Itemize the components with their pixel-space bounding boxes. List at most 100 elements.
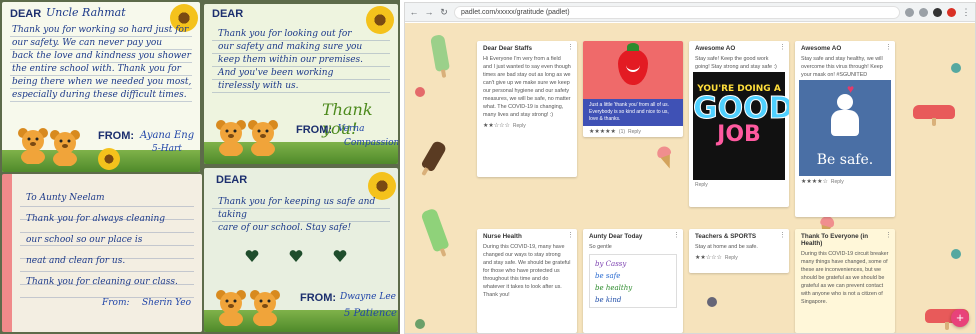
post-title: Nurse Health bbox=[483, 233, 522, 240]
star-rating[interactable]: ★★☆☆☆ bbox=[483, 122, 510, 129]
ice-cream-cone-icon bbox=[658, 151, 676, 171]
post-menu-icon[interactable]: ⋮ bbox=[567, 232, 574, 239]
card-from-label: From: bbox=[102, 298, 130, 308]
bear-mascot-icon bbox=[250, 290, 280, 326]
reload-icon[interactable]: ↻ bbox=[439, 7, 449, 17]
profile-avatar[interactable] bbox=[947, 7, 956, 17]
post-footer: ★★★★☆ Reply bbox=[795, 176, 895, 189]
back-arrow-icon[interactable]: ← bbox=[409, 7, 419, 17]
card-from-label: FROM: bbox=[300, 292, 337, 304]
card-class: Compassion bbox=[344, 138, 398, 148]
padlet-post[interactable]: ⋮ Dear Dear Staffs Hi Everyone I'm very … bbox=[477, 41, 577, 177]
reply-link[interactable]: Reply bbox=[831, 179, 844, 185]
star-rating[interactable]: ★★★★★ bbox=[589, 128, 616, 135]
card-message: Thank you for working so hard just for o… bbox=[12, 25, 192, 100]
thank-you-card-1: DEAR Uncle Rahmat Thank you for working … bbox=[2, 2, 200, 172]
post-banner: Just a little 'thank you' from all of us… bbox=[583, 99, 683, 126]
card-dear-label: DEAR bbox=[10, 8, 42, 20]
thank-you-card-3: To Aunty Neelam Thank you for always cle… bbox=[2, 174, 202, 332]
post-title: Aunty Dear Today bbox=[589, 233, 643, 240]
card-class: 5 Patience bbox=[344, 308, 397, 319]
card-class: 5-Hart bbox=[152, 144, 182, 154]
post-body: Stay safe! Keep the good work going! Sta… bbox=[695, 56, 777, 70]
post-body: During this COVID-19, many have changed … bbox=[483, 244, 571, 298]
reply-link[interactable]: Reply bbox=[725, 255, 738, 261]
padlet-post[interactable]: ⋮ Nurse Health During this COVID-19, man… bbox=[477, 229, 577, 333]
heart-icon bbox=[245, 250, 259, 262]
reply-link[interactable]: Reply bbox=[628, 129, 641, 135]
post-menu-icon[interactable]: ⋮ bbox=[567, 44, 574, 51]
card-dear-label: DEAR bbox=[212, 8, 244, 20]
padlet-post[interactable]: ⋮ Thank To Everyone (in Health) During t… bbox=[795, 229, 895, 333]
menu-kebab-icon[interactable]: ⋮ bbox=[961, 7, 971, 17]
card-signature: Dwayne Lee bbox=[340, 292, 396, 302]
post-body: Stay safe and stay healthy, we will over… bbox=[801, 56, 883, 78]
heart-icon bbox=[289, 250, 303, 262]
strawberry-image bbox=[583, 41, 683, 99]
padlet-post[interactable]: ⋮ Aunty Dear Today So gentle by Cassy be… bbox=[583, 229, 683, 333]
good-job-image: YOU'RE DOING A GOOD JOB bbox=[693, 72, 789, 180]
post-footer: ★★☆☆☆ Reply bbox=[689, 252, 789, 265]
screenshot: DEAR Uncle Rahmat Thank you for working … bbox=[0, 0, 976, 334]
padlet-post[interactable]: ⋮ Awesome AO Stay safe! Keep the good wo… bbox=[689, 41, 789, 207]
post-body: Hi Everyone I'm very from a field and I … bbox=[483, 56, 571, 118]
card-signature: Verna bbox=[338, 124, 365, 134]
post-menu-icon[interactable]: ⋮ bbox=[673, 232, 680, 239]
popsicle-icon bbox=[913, 105, 955, 126]
post-menu-icon[interactable]: ⋮ bbox=[885, 232, 892, 239]
post-body: So gentle bbox=[589, 244, 612, 250]
bear-mascot-icon bbox=[216, 290, 246, 326]
extension-icon[interactable] bbox=[905, 7, 914, 17]
card-message: Thank you for looking out for our safety… bbox=[218, 29, 363, 91]
handwritten-note-image: by Cassy be safe be healthy be kind bbox=[589, 254, 677, 308]
post-title: Awesome AO bbox=[801, 45, 842, 52]
popsicle-icon bbox=[420, 207, 450, 253]
post-title: Thank To Everyone (in Health) bbox=[801, 233, 869, 247]
padlet-wall: ⋮ Dear Dear Staffs Hi Everyone I'm very … bbox=[405, 23, 975, 333]
padlet-post[interactable]: ⋮ Teachers & SPORTS Stay at home and be … bbox=[689, 229, 789, 273]
heart-icon bbox=[333, 250, 347, 262]
extension-icon[interactable] bbox=[919, 7, 928, 17]
bear-mascot-icon bbox=[248, 120, 278, 156]
card-message: To Aunty Neelam Thank you for always cle… bbox=[26, 193, 178, 287]
reply-link[interactable]: Reply bbox=[695, 182, 708, 188]
post-menu-icon[interactable]: ⋮ bbox=[885, 44, 892, 51]
card-recipient: Uncle Rahmat bbox=[46, 6, 126, 19]
bear-mascot-icon bbox=[216, 120, 246, 156]
extension-icon[interactable] bbox=[933, 7, 942, 17]
card-signature: Ayana Eng bbox=[140, 130, 195, 141]
thank-you-cards-photo: DEAR Uncle Rahmat Thank you for working … bbox=[0, 0, 400, 334]
thank-you-card-4: DEAR Thank you for keeping us safe and t… bbox=[204, 168, 398, 332]
popsicle-icon bbox=[420, 139, 448, 173]
post-footer: ★★★★★ (1) Reply bbox=[583, 126, 683, 137]
be-safe-dog-image: ♥ Be safe. bbox=[799, 80, 891, 176]
card-signature: Sherin Yeo bbox=[142, 298, 192, 308]
card-message: Thank you for keeping us safe and taking… bbox=[218, 197, 376, 233]
browser-toolbar: ← → ↻ padlet.com/xxxxx/gratitude (padlet… bbox=[405, 3, 975, 22]
forward-arrow-icon[interactable]: → bbox=[424, 7, 434, 17]
post-title: Dear Dear Staffs bbox=[483, 45, 532, 52]
address-bar[interactable]: padlet.com/xxxxx/gratitude (padlet) bbox=[454, 5, 900, 19]
add-post-button[interactable]: + bbox=[951, 309, 969, 327]
post-title: Teachers & SPORTS bbox=[695, 233, 757, 240]
thank-you-card-2: DEAR Thank you for looking out for our s… bbox=[204, 4, 398, 164]
bear-mascot-icon bbox=[50, 130, 80, 166]
browser-window: ← → ↻ padlet.com/xxxxx/gratitude (padlet… bbox=[404, 2, 976, 334]
strawberry-icon bbox=[618, 43, 648, 85]
post-menu-icon[interactable]: ⋮ bbox=[779, 44, 786, 51]
card-dear-label: DEAR bbox=[216, 174, 248, 186]
post-body: Stay at home and be safe. bbox=[695, 244, 758, 250]
reply-link[interactable]: Reply bbox=[513, 123, 526, 129]
star-rating[interactable]: ★★☆☆☆ bbox=[695, 254, 722, 261]
post-menu-icon[interactable]: ⋮ bbox=[779, 232, 786, 239]
padlet-post[interactable]: ⋮ Awesome AO Stay safe and stay healthy,… bbox=[795, 41, 895, 217]
padlet-post[interactable]: ⋮ Just a little 'thank you' from all of … bbox=[583, 41, 683, 137]
post-footer: ★★☆☆☆ Reply bbox=[477, 120, 577, 133]
popsicle-icon bbox=[429, 34, 451, 72]
card-from-label: FROM: bbox=[98, 130, 135, 142]
post-body: During this COVID-19 circuit breaker man… bbox=[801, 251, 889, 305]
sunflower-icon bbox=[98, 148, 120, 170]
bear-mascot-icon bbox=[18, 128, 48, 164]
post-footer: Reply bbox=[689, 180, 789, 192]
star-rating[interactable]: ★★★★☆ bbox=[801, 178, 828, 185]
